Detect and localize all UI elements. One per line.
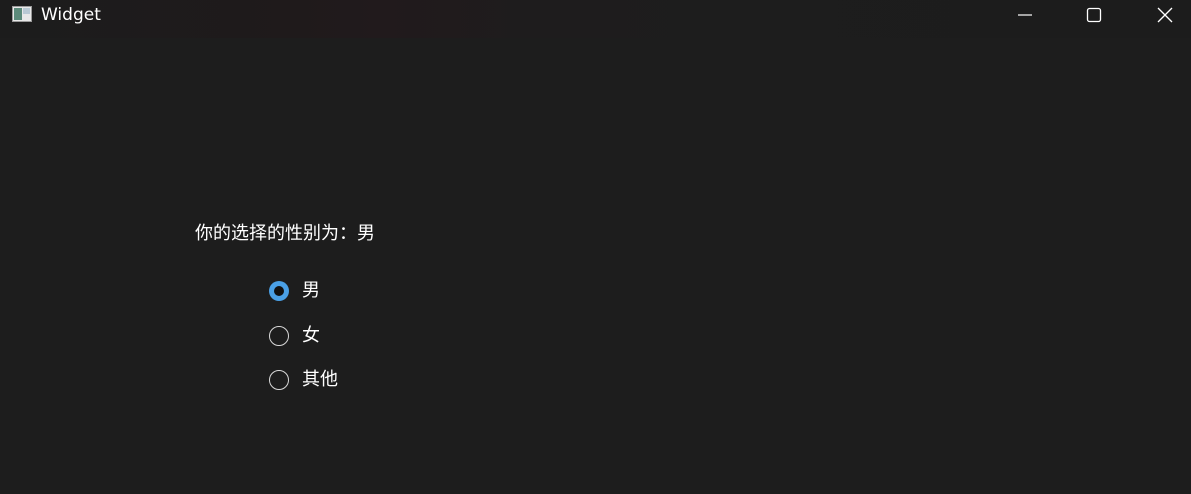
maximize-icon xyxy=(1086,7,1102,23)
maximize-button[interactable] xyxy=(1071,0,1117,30)
widget-window: Widget 你的选择的性别为：男 男 女 其他 xyxy=(0,0,1191,494)
radio-indicator[interactable] xyxy=(269,326,289,346)
close-icon xyxy=(1157,7,1173,23)
app-icon xyxy=(12,6,32,22)
radio-label: 其他 xyxy=(302,369,338,390)
minimize-icon xyxy=(1018,14,1032,16)
radio-other[interactable]: 其他 xyxy=(269,367,338,393)
radio-indicator[interactable] xyxy=(269,370,289,390)
radio-label: 男 xyxy=(302,280,320,301)
radio-indicator-checked[interactable] xyxy=(269,281,289,301)
radio-female[interactable]: 女 xyxy=(269,323,320,349)
minimize-button[interactable] xyxy=(1002,0,1048,30)
radio-male[interactable]: 男 xyxy=(269,278,320,304)
radio-label: 女 xyxy=(302,325,320,346)
close-button[interactable] xyxy=(1142,0,1188,30)
window-title: Widget xyxy=(41,5,101,25)
title-bar[interactable]: Widget xyxy=(0,0,1191,38)
gender-result-label: 你的选择的性别为：男 xyxy=(195,223,375,244)
